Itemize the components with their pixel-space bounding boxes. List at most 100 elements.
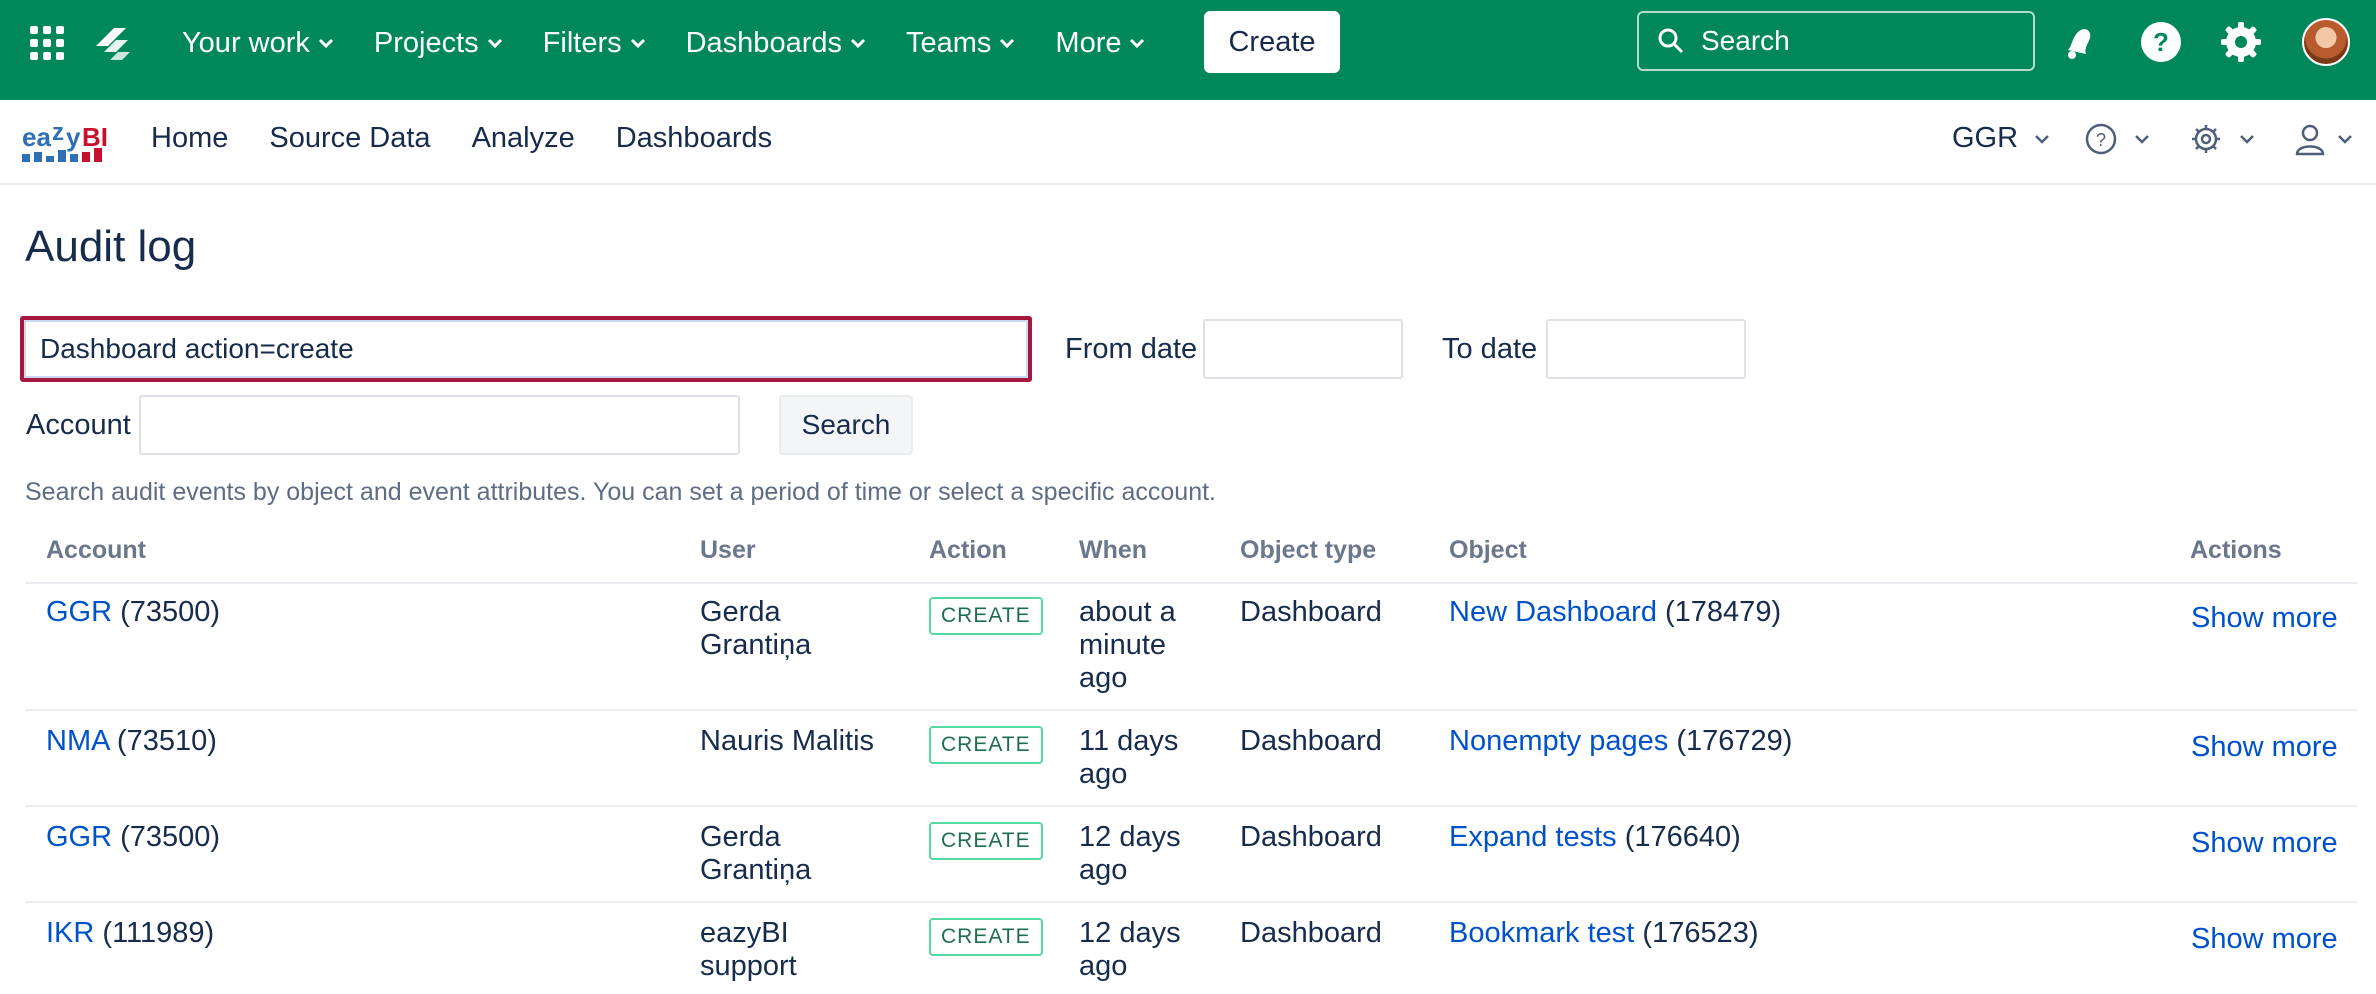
user-name-line: Grantiņa bbox=[700, 854, 812, 886]
nav-dashboards[interactable]: Dashboards bbox=[686, 27, 866, 60]
show-more-link[interactable]: Show more bbox=[2191, 731, 2338, 764]
nav-label: Dashboards bbox=[685, 26, 842, 59]
nav-projects[interactable]: Projects bbox=[374, 27, 503, 60]
show-more-link[interactable]: Show more bbox=[2191, 602, 2338, 635]
chevron-down-icon bbox=[2338, 135, 2352, 144]
object-link[interactable]: Nonempty pages bbox=[1449, 725, 1668, 757]
eazybi-nav-dashboards[interactable]: Dashboards bbox=[616, 122, 772, 155]
column-header-action: Action bbox=[929, 536, 1007, 564]
from-date-label: From date bbox=[1065, 333, 1198, 365]
object-cell: Expand tests (176640) bbox=[1449, 821, 1741, 854]
object-type-cell: Dashboard bbox=[1240, 596, 1382, 628]
svg-text:BI: BI bbox=[82, 122, 108, 152]
create-button[interactable]: Create bbox=[1204, 11, 1340, 73]
nav-teams[interactable]: Teams bbox=[906, 27, 1015, 60]
jira-top-bar: Your work Projects Filters Dashboards Te… bbox=[0, 0, 2376, 100]
top-navigation: Your work Projects Filters Dashboards Te… bbox=[182, 0, 1185, 86]
settings-icon[interactable] bbox=[2219, 20, 2263, 64]
settings-menu[interactable] bbox=[2189, 122, 2255, 156]
account-cell: GGR (73500) bbox=[46, 821, 220, 854]
object-link[interactable]: New Dashboard bbox=[1449, 596, 1657, 628]
account-input[interactable] bbox=[139, 395, 740, 455]
from-date-input[interactable] bbox=[1203, 319, 1403, 379]
chevron-down-icon bbox=[1000, 38, 1015, 49]
nav-filters[interactable]: Filters bbox=[543, 27, 646, 60]
chevron-down-icon bbox=[1130, 38, 1145, 49]
table-row: NMA (73510) Nauris Malitis CREATE 11 day… bbox=[25, 711, 2357, 807]
user-name-line: support bbox=[700, 950, 797, 982]
account-link[interactable]: GGR bbox=[46, 596, 112, 628]
nav-label: More bbox=[1055, 26, 1122, 59]
search-button[interactable]: Search bbox=[779, 395, 913, 455]
help-icon[interactable]: ? bbox=[2139, 20, 2183, 64]
svg-text:?: ? bbox=[2153, 27, 2169, 57]
column-header-object-type: Object type bbox=[1240, 536, 1377, 564]
nav-label: Your work bbox=[182, 26, 310, 59]
eazybi-nav-source-data[interactable]: Source Data bbox=[269, 122, 430, 155]
table-row: IKR (111989) eazyBI support CREATE 12 day… bbox=[25, 903, 2357, 994]
action-badge: CREATE bbox=[929, 822, 1043, 860]
action-badge: CREATE bbox=[929, 726, 1043, 764]
user-cell: Gerda Grantiņa bbox=[700, 821, 811, 887]
account-link[interactable]: GGR bbox=[46, 821, 112, 853]
jira-logo-icon[interactable] bbox=[92, 24, 134, 64]
nav-more[interactable]: More bbox=[1055, 27, 1145, 60]
eazybi-nav-analyze[interactable]: Analyze bbox=[472, 122, 575, 155]
eazybi-nav-home[interactable]: Home bbox=[151, 122, 228, 155]
help-icon: ? bbox=[2085, 123, 2117, 155]
svg-text:ea: ea bbox=[22, 122, 51, 152]
user-name-line: Gerda bbox=[700, 596, 781, 628]
account-cell: NMA (73510) bbox=[46, 725, 217, 758]
when-line: ago bbox=[1079, 950, 1128, 982]
account-selector-label: GGR bbox=[1952, 122, 2019, 154]
when-cell: about a minute ago bbox=[1079, 596, 1176, 695]
column-header-when: When bbox=[1079, 536, 1148, 564]
account-id: (73500) bbox=[120, 821, 221, 853]
user-icon bbox=[2295, 124, 2325, 156]
when-line: 12 days bbox=[1079, 821, 1181, 853]
object-cell: New Dashboard (178479) bbox=[1449, 596, 1781, 629]
show-more-link[interactable]: Show more bbox=[2191, 923, 2338, 956]
account-link[interactable]: IKR bbox=[46, 917, 94, 949]
account-link[interactable]: NMA bbox=[46, 725, 109, 757]
user-name-line: Nauris Malitis bbox=[700, 725, 875, 757]
object-id: (176523) bbox=[1642, 917, 1759, 949]
user-name-line: Grantiņa bbox=[700, 629, 812, 661]
nav-label: Projects bbox=[373, 26, 479, 59]
show-more-link[interactable]: Show more bbox=[2191, 827, 2338, 860]
user-menu[interactable] bbox=[2293, 122, 2353, 156]
to-date-input[interactable] bbox=[1546, 319, 1746, 379]
object-link[interactable]: Bookmark test bbox=[1449, 917, 1634, 949]
to-date-label: To date bbox=[1442, 333, 1538, 365]
eazybi-logo[interactable]: ea z y BI bbox=[22, 118, 114, 164]
chevron-down-icon bbox=[487, 38, 502, 49]
search-icon bbox=[1658, 28, 1684, 54]
app-switcher-icon[interactable] bbox=[30, 26, 64, 60]
svg-text:?: ? bbox=[2096, 130, 2106, 150]
when-line: ago bbox=[1079, 854, 1128, 886]
when-line: ago bbox=[1079, 662, 1128, 694]
audit-query-input[interactable] bbox=[20, 316, 1032, 382]
nav-your-work[interactable]: Your work bbox=[182, 27, 334, 60]
object-type-cell: Dashboard bbox=[1240, 725, 1382, 757]
object-id: (176640) bbox=[1624, 821, 1741, 853]
column-header-actions: Actions bbox=[2190, 536, 2282, 564]
user-cell: Nauris Malitis bbox=[700, 725, 874, 758]
account-selector[interactable]: GGR bbox=[1952, 122, 2050, 155]
avatar[interactable] bbox=[2302, 18, 2350, 66]
svg-text:z: z bbox=[52, 119, 64, 146]
object-link[interactable]: Expand tests bbox=[1449, 821, 1617, 853]
when-cell: 11 days ago bbox=[1079, 725, 1178, 791]
chevron-down-icon bbox=[850, 38, 866, 49]
object-id: (178479) bbox=[1665, 596, 1782, 628]
when-line: 11 days bbox=[1079, 725, 1179, 757]
global-search-input[interactable]: Search bbox=[1637, 11, 2035, 71]
chevron-down-icon bbox=[318, 38, 333, 49]
search-hint: Search audit events by object and event … bbox=[25, 478, 1216, 506]
notifications-icon[interactable] bbox=[2058, 20, 2102, 64]
help-menu[interactable]: ? bbox=[2084, 122, 2150, 156]
chevron-down-icon bbox=[2035, 134, 2049, 144]
object-type-cell: Dashboard bbox=[1240, 917, 1382, 949]
column-header-object: Object bbox=[1449, 536, 1527, 564]
account-cell: GGR (73500) bbox=[46, 596, 220, 629]
